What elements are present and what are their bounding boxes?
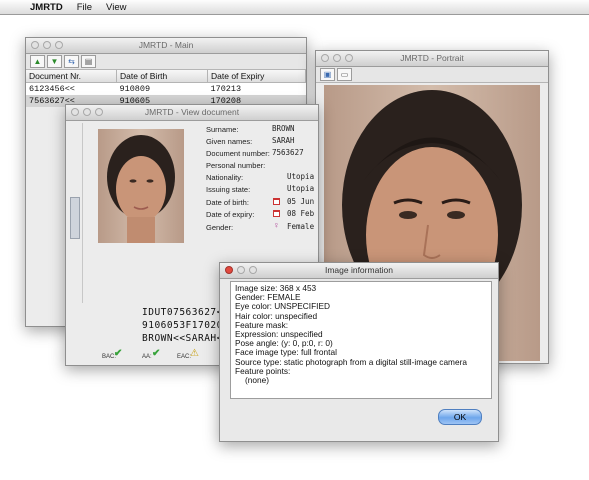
menu-file[interactable]: File bbox=[77, 2, 92, 13]
portrait-window-title: JMRTD - Portrait bbox=[400, 53, 464, 63]
cell-date-of-expiry: 170213 bbox=[210, 84, 242, 94]
mrz-line-1: IDUT07563627< bbox=[142, 307, 223, 318]
save-icon[interactable]: ▣ bbox=[320, 68, 335, 81]
calendar-icon bbox=[273, 198, 280, 205]
arrow-down-icon[interactable]: ▼ bbox=[47, 55, 62, 68]
side-scrollbar[interactable] bbox=[70, 197, 80, 239]
vertical-separator bbox=[82, 123, 83, 303]
image-info-text: Image size: 368 x 453 Gender: FEMALE Eye… bbox=[230, 281, 492, 399]
read-document-icon[interactable]: ⇆ bbox=[64, 55, 79, 68]
info-icon[interactable]: ▭ bbox=[337, 68, 352, 81]
value-gender: Female bbox=[287, 222, 315, 231]
check-icon: ✔ bbox=[114, 348, 123, 359]
label-personal-number: Personal number: bbox=[206, 161, 266, 170]
arrow-up-icon[interactable]: ▲ bbox=[30, 55, 45, 68]
value-issuing-state: Utopia bbox=[287, 184, 315, 193]
column-date-of-birth[interactable]: Date of Birth bbox=[116, 70, 208, 83]
image-information-dialog: Image information Image size: 368 x 453 … bbox=[219, 262, 499, 442]
label-issuing-state: Issuing state: bbox=[206, 185, 251, 194]
main-titlebar: JMRTD - Main bbox=[26, 38, 306, 54]
value-given-names: SARAH bbox=[272, 136, 295, 145]
dialog-title: Image information bbox=[324, 265, 394, 275]
dialog-titlebar: Image information bbox=[220, 263, 498, 279]
column-document-nr[interactable]: Document Nr. bbox=[26, 70, 117, 83]
value-date-of-expiry: 08 Feb bbox=[287, 209, 315, 218]
documents-table: Document Nr. Date of Birth Date of Expir… bbox=[26, 70, 306, 107]
label-gender: Gender: bbox=[206, 223, 234, 232]
cell-document-nr: 6123456<< bbox=[29, 84, 75, 94]
menu-app-name[interactable]: JMRTD bbox=[30, 2, 63, 13]
menu-view[interactable]: View bbox=[106, 2, 126, 13]
warning-icon: ⚠ bbox=[190, 348, 199, 359]
value-surname: BROWN bbox=[272, 124, 295, 133]
mrz-line-2: 9106053F17020 bbox=[142, 320, 223, 331]
label-surname: Surname: bbox=[206, 125, 239, 134]
check-icon: ✔ bbox=[152, 348, 161, 359]
label-date-of-expiry: Date of expiry: bbox=[206, 210, 255, 219]
ok-button[interactable]: OK bbox=[438, 409, 482, 425]
view-window-title: JMRTD - View document bbox=[144, 107, 240, 117]
status-eac-label: EAC: bbox=[177, 354, 192, 360]
info-line: (none) bbox=[245, 375, 269, 386]
table-row[interactable]: 6123456<< 910809 170213 bbox=[26, 83, 306, 96]
info-line: Feature points: bbox=[235, 365, 291, 376]
label-given-names: Given names: bbox=[206, 137, 253, 146]
document-photo bbox=[98, 129, 184, 243]
table-header: Document Nr. Date of Birth Date of Expir… bbox=[26, 70, 306, 83]
label-nationality: Nationality: bbox=[206, 173, 244, 182]
calendar-icon bbox=[273, 210, 280, 217]
cell-date-of-birth: 910809 bbox=[119, 84, 151, 94]
value-date-of-birth: 05 Jun bbox=[287, 197, 315, 206]
new-document-icon[interactable]: ▤ bbox=[81, 55, 96, 68]
status-aa-label: AA: bbox=[142, 354, 152, 360]
label-date-of-birth: Date of birth: bbox=[206, 198, 249, 207]
document-photo-face bbox=[107, 135, 175, 243]
main-window-title: JMRTD - Main bbox=[138, 40, 194, 50]
portrait-toolbar: ▣ ▭ bbox=[316, 67, 548, 83]
value-nationality: Utopia bbox=[287, 172, 315, 181]
main-toolbar: ▲ ▼ ⇆ ▤ bbox=[26, 54, 306, 70]
menu-bar: JMRTD File View bbox=[0, 0, 589, 15]
value-document-number: 7563627 bbox=[272, 148, 304, 157]
mrz-line-3: BROWN<<SARAH< bbox=[142, 333, 223, 344]
female-symbol-icon: ♀ bbox=[273, 220, 280, 230]
column-date-of-expiry[interactable]: Date of Expiry bbox=[207, 70, 306, 83]
portrait-titlebar: JMRTD - Portrait bbox=[316, 51, 548, 67]
view-titlebar: JMRTD - View document bbox=[66, 105, 318, 121]
label-document-number: Document number: bbox=[206, 149, 270, 158]
